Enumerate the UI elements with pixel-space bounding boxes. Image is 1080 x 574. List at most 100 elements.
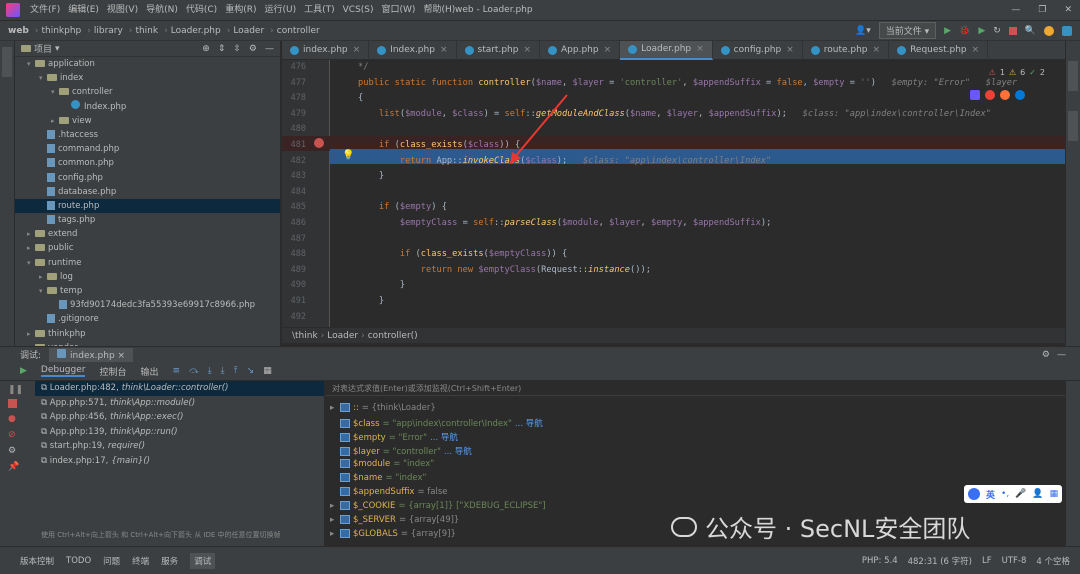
menu-item[interactable]: 视图(V) [103,0,142,21]
inspection-widget[interactable]: ⚠ 1 ⚠ 6 ✓ 2 [989,68,1045,77]
expand-arrow-icon[interactable]: ▾ [51,85,59,99]
tree-item[interactable]: ▸ public [15,241,280,255]
editor-tab[interactable]: Request.php × [889,40,989,60]
stack-frame[interactable]: ⧉ Loader.php:482, think\Loader::controlle… [35,381,324,396]
edge-icon[interactable] [1015,90,1025,100]
debug-hide-icon[interactable]: — [1057,350,1066,360]
editor-tab[interactable]: App.php × [540,40,621,60]
close-tab-icon[interactable]: × [604,45,612,55]
close-tab-icon[interactable]: × [972,45,980,55]
expand-arrow-icon[interactable]: ▾ [27,256,35,270]
show-execution-point-icon[interactable]: ≡ [173,366,181,376]
expand-arrow-icon[interactable]: ▸ [51,114,59,128]
variable-row[interactable]: ▸ $GLOBALS = {array[9]} [330,529,459,539]
tree-item[interactable]: tags.php [15,213,280,227]
status-item[interactable]: LF [982,556,992,566]
breadcrumb-item[interactable]: web [8,26,29,36]
tool-window-button[interactable]: 调试 [190,552,216,569]
navigate-link[interactable]: ... 导航 [430,433,458,443]
tree-item[interactable]: .htaccess [15,128,280,142]
tree-item[interactable]: ▾ controller [15,85,280,99]
run-icon[interactable]: ▶ [944,26,951,36]
minimize-icon[interactable]: — [1011,0,1020,21]
settings-icon[interactable]: ⚙ [249,44,257,54]
force-step-into-icon[interactable]: ⤓ [221,366,225,376]
variable-row[interactable]: $class = "app\index\controller\Index"... … [330,417,543,429]
tree-item[interactable]: route.php [15,198,280,214]
code-editor[interactable]: 💡 476 */ 477 public static function control… [282,60,1065,327]
expand-arrow-icon[interactable]: ▸ [330,501,340,511]
tree-item[interactable]: ▸ extend [15,227,280,241]
resume-icon[interactable]: ▶ [20,366,27,376]
profile-icon[interactable]: ↻ [993,26,1001,36]
close-tab-icon[interactable]: × [523,45,531,55]
breadcrumb-item[interactable]: thinkphp [41,26,81,36]
evaluate-icon[interactable]: ▦ [263,366,272,376]
tree-item[interactable]: database.php [15,185,280,199]
evaluate-input[interactable]: 对表达式求值(Enter)或添加监视(Ctrl+Shift+Enter) [326,381,1065,396]
pin-icon[interactable]: 📌 [8,462,27,472]
close-tab-icon[interactable]: × [873,45,881,55]
menu-item[interactable]: 运行(U) [260,0,300,21]
close-tab-icon[interactable]: × [353,45,361,55]
debug-tab[interactable]: 输出 [141,365,159,378]
stack-frame[interactable]: ⧉ index.php:17, {main}() [35,454,324,469]
editor-tab[interactable]: route.php × [803,40,890,60]
status-item[interactable]: PHP: 5.4 [862,556,898,566]
menu-item[interactable]: 文件(F) [26,0,64,21]
variable-row[interactable]: $module = "index" [330,459,437,469]
editor-breadcrumb-item[interactable]: \think [292,331,318,341]
status-item[interactable]: 4 个空格 [1036,555,1070,567]
breadcrumb-item[interactable]: library [94,26,123,36]
search-icon[interactable]: 🔍 [1025,26,1036,36]
stack-frame[interactable]: ⧉ App.php:456, think\App::exec() [35,410,324,425]
expand-arrow-icon[interactable]: ▸ [330,529,340,539]
navigate-link[interactable]: ... 导航 [515,419,543,429]
debug-settings-side-icon[interactable]: ⚙ [8,446,27,456]
variable-row[interactable]: ▸:: = {think\Loader} [330,403,439,413]
breadcrumb-item[interactable]: think [135,26,158,36]
close-tab-icon[interactable]: × [440,45,448,55]
tool-window-button[interactable]: 版本控制 [20,555,54,567]
tree-item[interactable]: ▸ log [15,270,280,284]
tree-item[interactable]: config.php [15,171,280,185]
database-tool-button[interactable] [1068,61,1078,91]
tree-item[interactable]: command.php [15,142,280,156]
step-out-icon[interactable]: ⤒ [234,366,238,376]
expand-arrow-icon[interactable]: ▾ [39,284,47,298]
breadcrumb-item[interactable]: controller [277,26,320,36]
collapse-all-icon[interactable]: ⇳ [233,44,241,54]
stop-icon[interactable] [1008,26,1017,35]
stack-frame[interactable]: ⧉ App.php:139, think\App::run() [35,425,324,440]
menu-item[interactable]: 重构(R) [221,0,260,21]
run-config-select[interactable]: 当前文件 ▾ [878,22,937,39]
update-icon[interactable] [1044,25,1054,36]
debug-session-tab[interactable]: index.php × [49,347,134,362]
hide-icon[interactable]: — [265,44,274,54]
status-item[interactable]: UTF-8 [1002,556,1027,566]
ime-voice-icon[interactable]: 🎤 [1015,489,1026,499]
user-icon[interactable]: 👤▾ [855,26,871,36]
expand-all-icon[interactable]: ⇕ [218,44,226,54]
tree-item[interactable]: ▸ view [15,114,280,128]
lightbulb-icon[interactable]: 💡 [342,150,354,161]
tree-item[interactable]: common.php [15,156,280,170]
step-into-icon[interactable]: ⤓ [208,366,212,376]
menu-item[interactable]: 工具(T) [300,0,339,21]
notifications-tool-button[interactable] [1068,111,1078,141]
navigate-link[interactable]: ... 导航 [444,447,472,457]
menu-item[interactable]: 代码(C) [182,0,221,21]
view-breakpoints-icon[interactable]: ● [8,414,27,424]
menu-item[interactable]: 帮助(H) [419,0,459,21]
step-over-icon[interactable]: ⤼ [189,366,199,376]
coverage-icon[interactable]: ▶ [978,26,985,36]
restore-icon[interactable]: ❐ [1038,0,1046,21]
stack-frame[interactable]: ⧉ App.php:571, think\App::module() [35,396,324,411]
editor-tab[interactable]: start.php × [457,40,540,60]
expand-arrow-icon[interactable]: ▾ [27,57,35,71]
stop-debug-icon[interactable] [8,399,17,408]
variable-row[interactable]: ▸ $_SERVER = {array[49]} [330,515,462,525]
editor-tab[interactable]: index.php × [282,40,370,60]
close-tab-icon[interactable]: × [786,45,794,55]
tree-item[interactable]: Index.php [15,99,280,114]
